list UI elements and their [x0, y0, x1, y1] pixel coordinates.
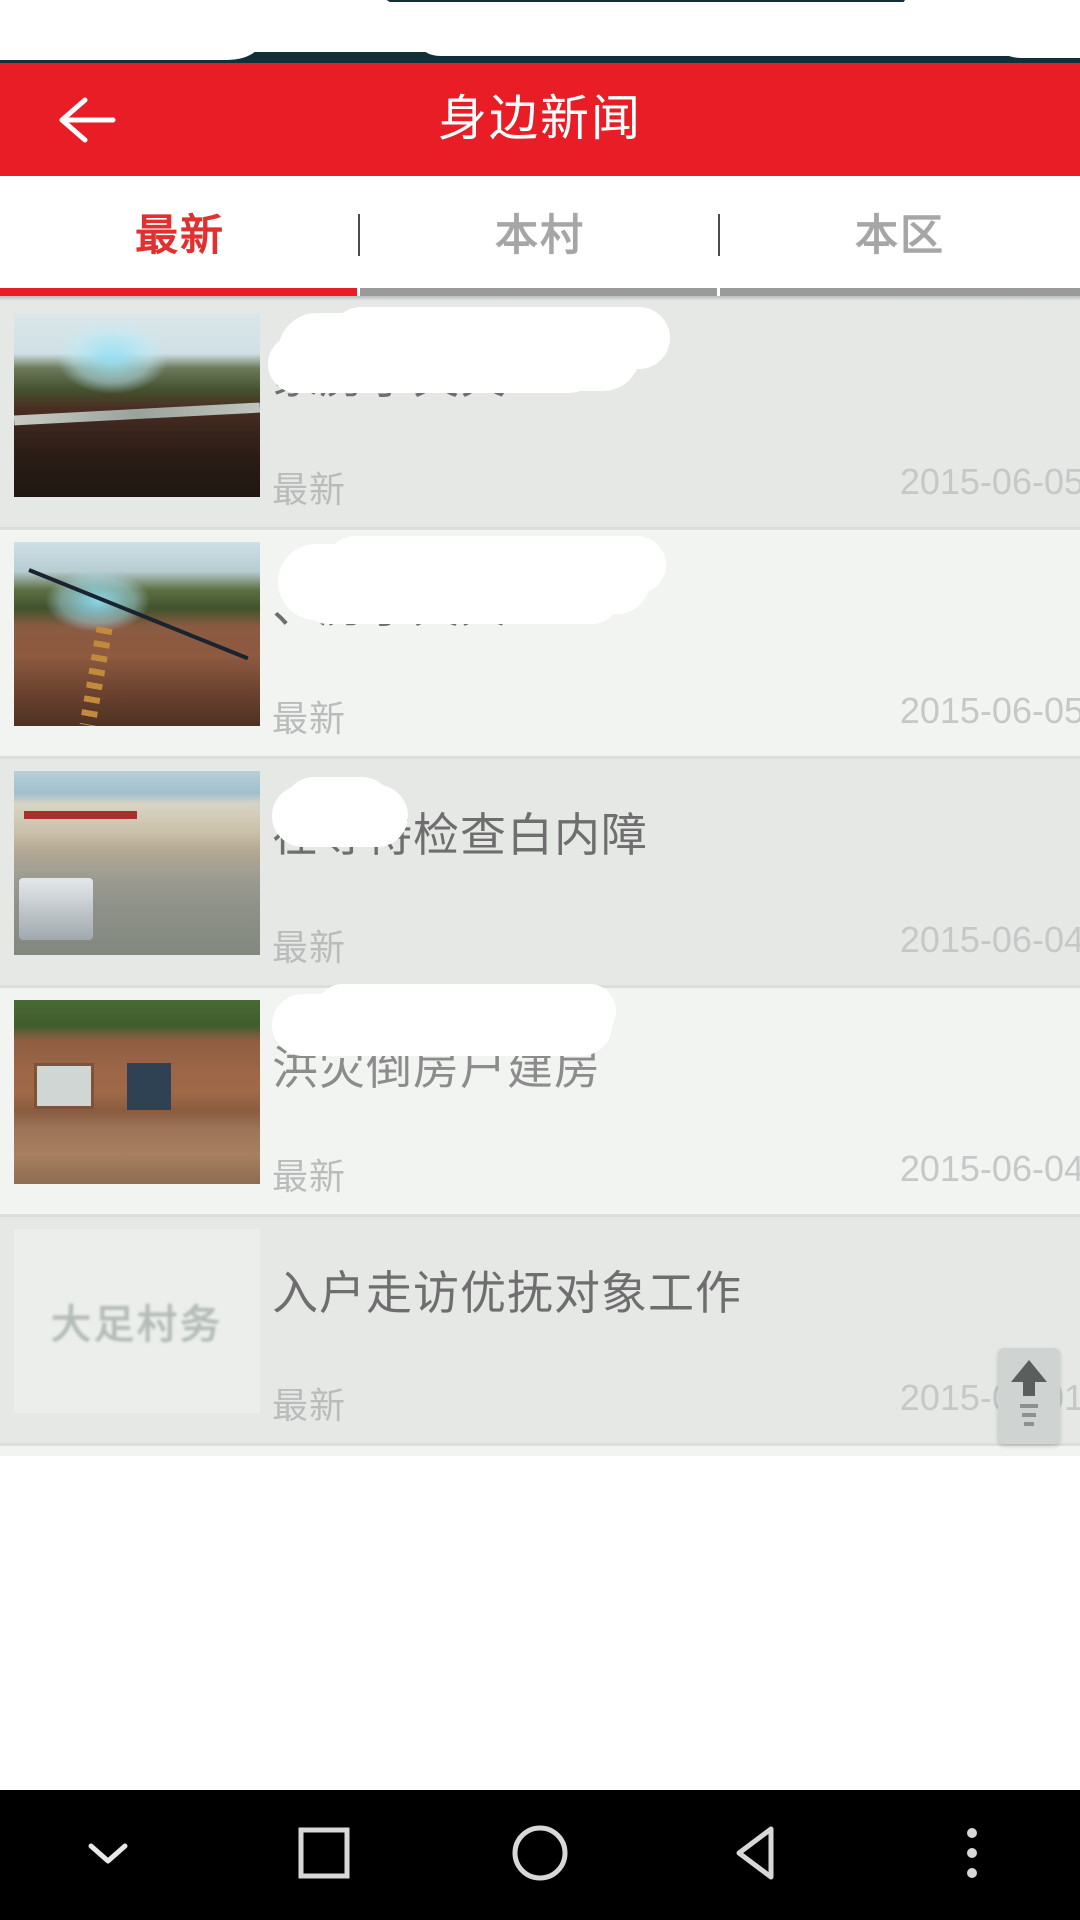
list-item-meta: 最新 2015-06-04	[272, 919, 1080, 968]
circle-icon	[510, 1823, 570, 1888]
list-item-source: 最新	[272, 927, 347, 968]
list-item-source: 最新	[272, 469, 347, 510]
android-nav-bar	[0, 1790, 1080, 1920]
tab-label: 最新	[135, 212, 225, 260]
back-nav-button[interactable]	[648, 1790, 864, 1920]
dots-vertical-icon	[964, 1825, 980, 1886]
list-item-date: 2015-06-04	[899, 919, 1080, 960]
scroll-to-top-button[interactable]	[998, 1348, 1060, 1444]
list-item-date: 2015-06-05	[899, 461, 1080, 502]
list-item[interactable]: 家房子失火 最新 2015-06-05	[0, 301, 1080, 530]
list-item[interactable]: 、房子失火 最新 2015-06-05	[0, 530, 1080, 759]
tab-label: 本村	[495, 212, 585, 260]
redaction-scribble	[60, 0, 360, 30]
list-item-source: 最新	[272, 698, 347, 739]
tab-indicator-latest	[0, 288, 360, 296]
thumbnail	[14, 771, 260, 955]
thumbnail	[14, 313, 260, 497]
list-item[interactable]: 大足村务 社区开展卫生大扫除劳动	[0, 1446, 1080, 1456]
triangle-left-icon	[729, 1823, 783, 1888]
list-item-date: 2015-06-05	[899, 690, 1080, 731]
redaction-scribble	[420, 30, 840, 56]
menu-button[interactable]	[864, 1790, 1080, 1920]
list-item-meta: 最新 2015-06-05	[272, 461, 1080, 510]
redaction-blob	[470, 548, 650, 614]
back-button[interactable]	[40, 74, 132, 166]
list-item-meta: 最新 2015-06-01	[272, 1377, 1080, 1426]
square-icon	[296, 1825, 352, 1886]
list-item-source: 最新	[272, 1156, 347, 1197]
thumbnail: 大足村务	[14, 1229, 260, 1413]
list-item-source: 最新	[272, 1385, 347, 1426]
thumbnail-placeholder-text: 大足村务	[51, 1303, 223, 1347]
list-item[interactable]: 大足村务 入户走访优抚对象工作 最新 2015-06-01	[0, 1217, 1080, 1446]
recents-button[interactable]	[216, 1790, 432, 1920]
news-list[interactable]: 家房子失火 最新 2015-06-05 、房子失火 最新 2015-06-05 …	[0, 301, 1080, 1456]
tab-latest[interactable]: 最新	[0, 176, 360, 288]
tab-indicator-row	[0, 288, 1080, 296]
arrow-up-icon	[1007, 1356, 1051, 1436]
home-button[interactable]	[432, 1790, 648, 1920]
hide-keyboard-button[interactable]	[0, 1790, 216, 1920]
redaction-blob	[430, 317, 640, 391]
list-item[interactable]: 洪灾倒房户建房 最新 2015-06-04	[0, 984, 1080, 1217]
status-bar	[0, 0, 1080, 63]
arrow-left-icon	[55, 96, 117, 144]
list-item[interactable]: 在等待检查白内障 最新 2015-06-04	[0, 759, 1080, 988]
tab-indicator-district	[720, 288, 1080, 296]
list-item-meta: 最新 2015-06-05	[272, 690, 1080, 739]
tab-indicator-village	[360, 288, 720, 296]
app-bar: 身边新闻	[0, 63, 1080, 176]
redaction-blob	[316, 984, 616, 1038]
tab-label: 本区	[855, 212, 945, 260]
redaction-blob	[284, 777, 392, 847]
thumbnail	[14, 1000, 260, 1184]
list-item-title: 入户走访优抚对象工作	[272, 1267, 742, 1319]
tab-village[interactable]: 本村	[360, 176, 720, 288]
tab-bar: 最新 本村 本区	[0, 176, 1080, 288]
thumbnail	[14, 542, 260, 726]
page-title: 身边新闻	[437, 92, 642, 146]
list-item-date: 2015-06-04	[899, 1148, 1080, 1189]
chevron-down-icon	[85, 1838, 131, 1873]
tab-district[interactable]: 本区	[720, 176, 1080, 288]
redaction-scribble	[990, 10, 1080, 58]
list-item-meta: 最新 2015-06-04	[272, 1148, 1080, 1197]
